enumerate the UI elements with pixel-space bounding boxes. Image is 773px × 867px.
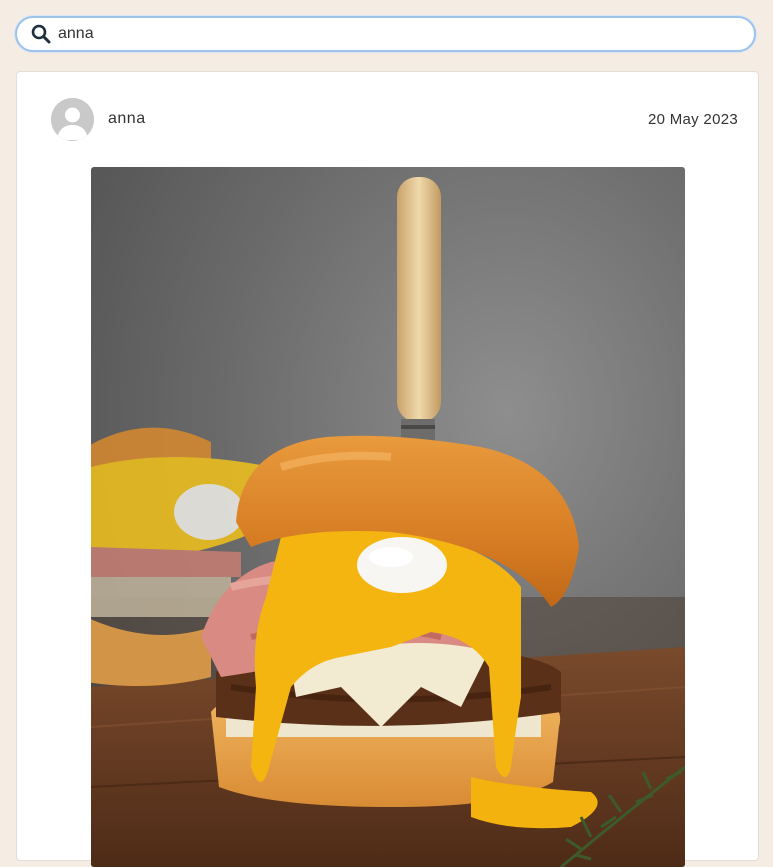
search-bar[interactable]: [15, 16, 756, 52]
post-card: anna 20 May 2023: [16, 71, 759, 867]
burger-photo: [91, 167, 685, 867]
post-username[interactable]: anna: [108, 110, 146, 128]
search-icon: [30, 23, 52, 45]
search-input[interactable]: [58, 25, 718, 43]
user-avatar-icon: [51, 98, 94, 141]
post-date: 20 May 2023: [647, 111, 738, 128]
avatar[interactable]: [51, 98, 94, 141]
post-image[interactable]: [91, 167, 685, 867]
